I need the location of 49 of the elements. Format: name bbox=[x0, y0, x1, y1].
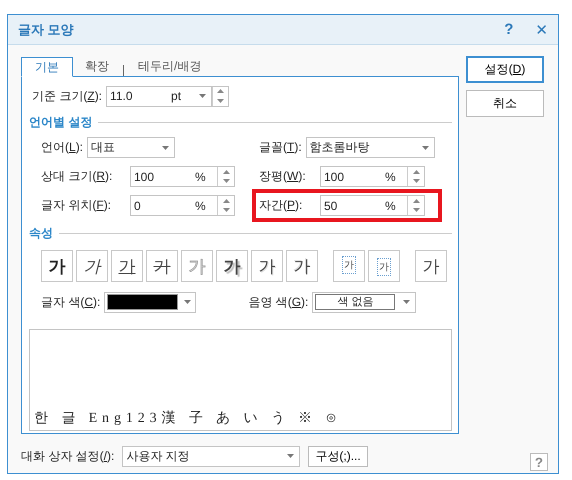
dropdown-arrow-icon bbox=[198, 94, 206, 98]
size-field[interactable]: 11.0 pt bbox=[106, 86, 212, 106]
color-picker[interactable] bbox=[104, 292, 196, 312]
section-heading: 언어별 설정 bbox=[29, 114, 92, 130]
field-label: 대화 상자 설정(/): bbox=[21, 448, 114, 464]
section-heading: 속성 bbox=[29, 224, 53, 242]
field-label: 자간(P): bbox=[259, 197, 302, 214]
dropdown-arrow-icon bbox=[162, 146, 169, 150]
shadow-button[interactable]: 가 bbox=[216, 250, 248, 282]
preset-combo[interactable]: 사용자 지정 bbox=[122, 446, 300, 466]
strike-button[interactable]: 가 bbox=[146, 250, 178, 282]
preview-text: 한 글 Eng123漢 子 あ い う ※ ⊙ bbox=[34, 410, 342, 427]
tab[interactable]: 기본 bbox=[21, 57, 73, 77]
underline-button[interactable]: 가 bbox=[111, 250, 143, 282]
tab[interactable]: 테두리/배경 bbox=[126, 56, 214, 76]
color-picker[interactable]: 색 없음 bbox=[312, 292, 416, 312]
dropdown-arrow-icon bbox=[402, 300, 410, 304]
dialog-button[interactable]: 설정(D) bbox=[466, 56, 544, 83]
dropdown-arrow-icon bbox=[286, 454, 294, 458]
field-label: 기준 크기(Z): bbox=[32, 88, 102, 104]
percent-field[interactable]: 100 % bbox=[320, 166, 425, 187]
dropdown-arrow-icon bbox=[422, 146, 428, 150]
field-label: 음영 색(G): bbox=[248, 294, 308, 310]
window-title: 글자 모양 bbox=[18, 20, 75, 38]
field-label: 글꼴(T): bbox=[259, 139, 302, 156]
help-button[interactable]: ? bbox=[530, 453, 548, 471]
percent-field[interactable]: 0 % bbox=[130, 195, 235, 216]
help-button[interactable]: ? bbox=[504, 21, 514, 38]
field-label: 상대 크기(R): bbox=[41, 168, 112, 185]
configure-button[interactable]: 구성(;)... bbox=[308, 446, 368, 466]
field-label: 글자 위치(F): bbox=[41, 197, 112, 214]
field-label: 장평(W): bbox=[259, 168, 306, 185]
dialog-button[interactable]: 취소 bbox=[466, 90, 544, 117]
engrave-button[interactable]: 가 bbox=[286, 250, 318, 282]
emboss-button[interactable]: 가 bbox=[251, 250, 283, 282]
tab[interactable]: 확장 bbox=[73, 56, 121, 76]
bold-button[interactable]: 가 bbox=[41, 250, 73, 282]
normal-button[interactable]: 가 bbox=[415, 250, 447, 282]
field-label: 글자 색(C): bbox=[41, 294, 100, 310]
percent-field[interactable]: 50 % bbox=[320, 195, 425, 216]
superscript-button[interactable]: 가 bbox=[333, 250, 365, 282]
language-combo[interactable]: 대표 bbox=[87, 137, 176, 158]
subscript-button[interactable]: 가 bbox=[368, 250, 400, 282]
percent-field[interactable]: 100 % bbox=[130, 166, 235, 187]
dropdown-arrow-icon bbox=[184, 300, 192, 304]
italic-button[interactable]: 가 bbox=[76, 250, 108, 282]
font-combo[interactable]: 함초롬바탕 bbox=[306, 137, 435, 158]
field-label: 언어(L): bbox=[41, 139, 84, 156]
close-button[interactable]: ✕ bbox=[535, 20, 548, 38]
